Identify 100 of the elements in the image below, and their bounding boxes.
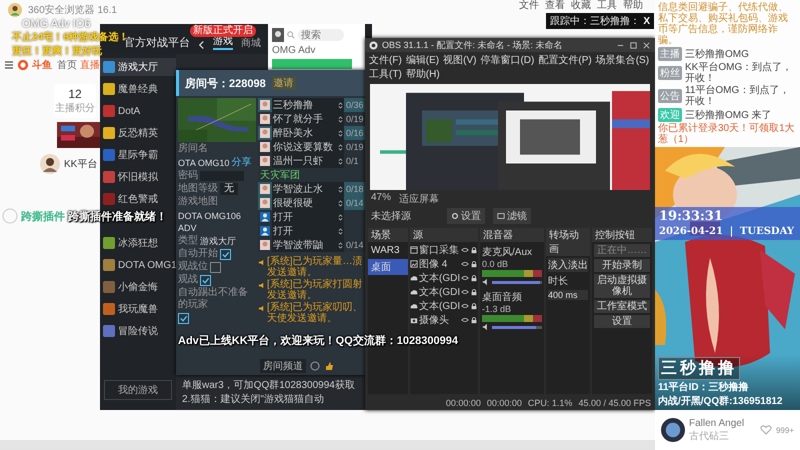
checkbox[interactable]: [200, 274, 211, 286]
player-avatar-icon: [260, 184, 270, 194]
control-button[interactable]: 启动虚拟摄像机: [594, 274, 650, 298]
streamer-name[interactable]: KK平台: [64, 157, 98, 171]
panel-heading: 源: [410, 228, 478, 242]
lock-icon[interactable]: [470, 288, 478, 296]
menu-item[interactable]: 工具: [597, 0, 617, 11]
sidebar-item[interactable]: 星际争霸: [100, 146, 176, 164]
sidebar-item[interactable]: 我玩魔兽: [100, 300, 176, 318]
menu-item[interactable]: 工具(T): [369, 67, 402, 81]
menu-item[interactable]: 帮助: [623, 0, 643, 11]
menu-item[interactable]: 场景集合(S): [596, 53, 650, 67]
level-dropdown[interactable]: 无: [220, 183, 238, 195]
source-item[interactable]: 文本(GDI: [419, 299, 460, 313]
volume-slider[interactable]: [492, 326, 542, 328]
caret-icon: [338, 240, 343, 250]
platform-id-text: 11平台ID：三秒撸撸: [658, 380, 749, 394]
player-dropdown[interactable]: 醉卧美水: [272, 126, 344, 140]
fit-dropdown[interactable]: 适应屏幕: [399, 192, 440, 206]
scene-item[interactable]: WAR3: [368, 244, 408, 257]
menu-item[interactable]: 配置文件(P): [538, 53, 592, 67]
source-item[interactable]: 文本(GDI: [419, 271, 460, 285]
sidebar-item[interactable]: 怀旧模拟: [100, 168, 176, 186]
menu-item[interactable]: 帮助(H): [406, 67, 440, 81]
like-count: 999+: [776, 426, 794, 434]
close-button[interactable]: X: [643, 16, 650, 26]
panel-heading: 场景: [368, 228, 408, 242]
player-dropdown[interactable]: 打开: [272, 210, 344, 224]
sidebar-item[interactable]: DotA: [100, 102, 176, 120]
player-dropdown[interactable]: 学智波止水: [272, 182, 344, 196]
player-dropdown[interactable]: 学智波带鼬: [272, 238, 344, 252]
menu-item[interactable]: 编辑(E): [406, 53, 440, 67]
sidebar-item[interactable]: DOTA OMG1: [100, 256, 176, 274]
speaker-icon: [258, 259, 265, 266]
player-avatar-icon: [260, 128, 270, 138]
volume-reading: 0.0 dB: [482, 259, 508, 269]
player-dropdown[interactable]: 很硬很硬: [272, 196, 344, 210]
control-button[interactable]: 设置: [594, 315, 650, 328]
transition-dropdown[interactable]: 淡入淡出: [548, 258, 588, 272]
source-item[interactable]: 文本(GDI: [419, 285, 460, 299]
lock-icon[interactable]: [470, 274, 478, 282]
player-dropdown[interactable]: 打开: [272, 224, 344, 238]
fish-logo-icon[interactable]: [17, 59, 29, 71]
subtitle-text: Adv已上线KK平台，欢迎来玩！QQ交流群：1028300994: [178, 334, 458, 348]
control-button[interactable]: 开始录制: [594, 259, 650, 272]
source-item[interactable]: 摄像头: [419, 313, 460, 327]
back-icon[interactable]: [198, 40, 205, 50]
menu-item[interactable]: 收藏: [571, 0, 591, 11]
menu-icon[interactable]: [4, 60, 14, 70]
menu-item[interactable]: 视图(V): [443, 53, 476, 67]
avatar-icon[interactable]: [661, 418, 685, 442]
sidebar-item[interactable]: 反恐精英: [100, 124, 176, 142]
lock-icon[interactable]: [470, 302, 478, 310]
sidebar-item[interactable]: 冒险传说: [100, 322, 176, 340]
checkbox[interactable]: [210, 262, 221, 272]
channel-dropdown[interactable]: 房间频道: [260, 359, 306, 373]
zoom-level[interactable]: 47%: [371, 192, 392, 206]
sidebar-item[interactable]: 红色警戒: [100, 190, 176, 208]
share-link[interactable]: 分享: [231, 157, 252, 169]
nav-link[interactable]: 首页: [57, 58, 77, 72]
sidebar-item[interactable]: 游戏大厅: [100, 58, 176, 76]
lock-icon[interactable]: [470, 246, 478, 254]
menu-item[interactable]: 停靠窗口(D): [480, 53, 534, 67]
sidebar-item[interactable]: 魔兽经典: [100, 80, 176, 98]
settings-button[interactable]: 设置: [447, 208, 485, 224]
system-message: [系统]已为玩家叨叨、天使发送邀请。: [267, 302, 364, 324]
menu-item[interactable]: 查看: [545, 0, 565, 11]
player-dropdown[interactable]: 温州一只虾: [272, 154, 344, 168]
tab[interactable]: 商城: [241, 36, 261, 50]
filters-button[interactable]: 滤镜: [493, 208, 531, 224]
scene-item[interactable]: 桌面: [368, 259, 408, 275]
checkbox[interactable]: [178, 313, 189, 324]
maximize-icon[interactable]: [629, 40, 638, 50]
camera-icon: [410, 316, 418, 324]
checkbox[interactable]: [220, 248, 231, 260]
player-dropdown[interactable]: 怀了就分手: [272, 112, 344, 126]
player-dropdown[interactable]: 三秒撸撸: [272, 98, 344, 112]
duration-field[interactable]: 400 ms: [548, 290, 588, 300]
close-icon[interactable]: [642, 40, 651, 50]
sidebar-item[interactable]: 小偷金悔: [100, 278, 176, 296]
lock-icon[interactable]: [470, 260, 478, 268]
caret-icon: [338, 100, 343, 110]
clock-date: 2026-04-21 ｜ TUESDAY: [659, 225, 796, 238]
streamer-avatar-icon[interactable]: [40, 154, 60, 174]
user-avatar-icon[interactable]: [8, 3, 22, 17]
volume-slider[interactable]: [492, 280, 542, 284]
thumbs-up-icon[interactable]: [324, 361, 334, 371]
invite-tag[interactable]: 邀请: [272, 76, 296, 90]
sidebar-item[interactable]: 冰添狂想: [100, 234, 176, 252]
emoji-icon[interactable]: [310, 361, 320, 371]
menu-item[interactable]: 文件(F): [369, 53, 402, 67]
caret-icon: [338, 198, 343, 208]
player-dropdown[interactable]: 你说这要算数: [272, 140, 344, 154]
lock-icon[interactable]: [470, 316, 478, 324]
source-item[interactable]: 窗口采集: [419, 243, 460, 257]
source-item[interactable]: 图像 4: [419, 257, 460, 271]
duration-label: 时长: [547, 274, 569, 288]
search-field[interactable]: 搜索: [298, 29, 344, 41]
my-games-button[interactable]: 我的游戏: [104, 380, 172, 400]
control-button[interactable]: 工作室模式: [594, 300, 650, 313]
